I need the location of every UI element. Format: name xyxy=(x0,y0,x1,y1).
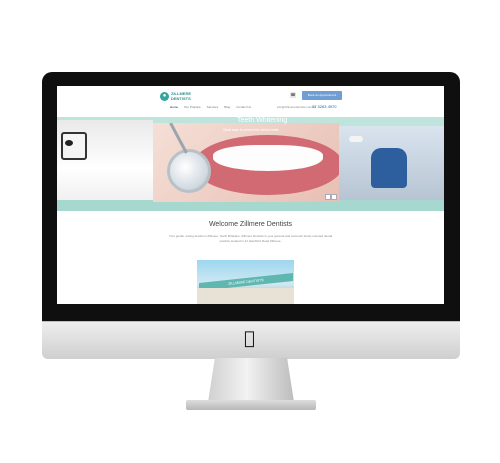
apple-logo-icon:  xyxy=(244,330,255,348)
practice-building-image: ZILLMERE DENTISTS xyxy=(197,260,294,304)
contact-phone[interactable]: 07 3263 4970 xyxy=(312,104,336,109)
main-nav: Home Our Practice Services Blog Contact … xyxy=(170,105,251,109)
tooth-logo-icon[interactable]: ● xyxy=(160,92,169,101)
building-wall xyxy=(197,288,294,304)
site-logo[interactable]: ZILLMERE DENTISTS xyxy=(171,91,201,101)
website-screen: ● ZILLMERE DENTISTS Home Our Practice Se… xyxy=(57,86,444,304)
nav-contact-us[interactable]: Contact Us xyxy=(236,105,251,109)
site-header: ● ZILLMERE DENTISTS Home Our Practice Se… xyxy=(57,86,444,116)
teeth-whitening-slide-image[interactable] xyxy=(153,123,339,202)
dental-device-image xyxy=(61,132,87,160)
contact-email[interactable]: info@zillmeredentists.com.au xyxy=(277,105,316,109)
nav-home[interactable]: Home xyxy=(170,105,178,109)
phone-icon[interactable]: ☎ xyxy=(290,92,296,98)
device-light xyxy=(65,140,73,146)
slide-subtitle: Great ways to achieve the perfect smile xyxy=(223,128,279,132)
dental-mirror-image xyxy=(167,149,211,193)
dental-chair-image xyxy=(339,126,444,200)
nav-our-practice[interactable]: Our Practice xyxy=(184,105,201,109)
nav-blog[interactable]: Blog xyxy=(224,105,230,109)
welcome-text: Your gentle, caring dentist in Zillmere,… xyxy=(168,234,333,243)
welcome-heading: Welcome Zillmere Dentists xyxy=(208,221,293,228)
monitor-stand-base xyxy=(186,400,316,410)
slider-dot-2[interactable] xyxy=(331,194,337,200)
dental-lamp xyxy=(349,136,363,142)
mirror-handle xyxy=(169,123,188,154)
slide-title: Teeth Whitening xyxy=(237,117,288,124)
dental-chair xyxy=(371,148,407,188)
monitor-stand xyxy=(208,358,294,402)
book-appointment-button[interactable]: Book an Appointment xyxy=(302,91,342,100)
logo-line2: DENTISTS xyxy=(171,95,191,101)
nav-services[interactable]: Services xyxy=(207,105,219,109)
teeth-shape xyxy=(213,145,323,171)
